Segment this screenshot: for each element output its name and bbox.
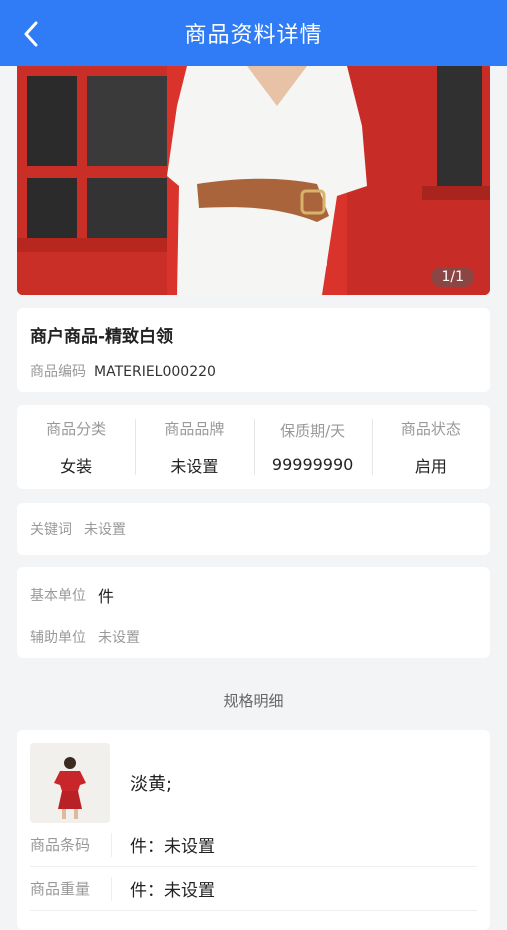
stat-label: 保质期/天: [280, 422, 346, 440]
base-unit-label: 基本单位: [30, 588, 86, 604]
stat-label: 商品分类: [46, 419, 107, 438]
stat-category: 商品分类 女装: [17, 405, 135, 489]
product-info-card: 商户商品-精致白领 商品编码 MATERIEL000220: [17, 308, 490, 392]
product-code-row: 商品编码 MATERIEL000220: [30, 361, 477, 381]
stat-shelf-life: 保质期/天 99999990: [253, 405, 372, 489]
product-name: 商户商品-精致白领: [30, 327, 174, 347]
aux-unit-label: 辅助单位: [30, 630, 86, 646]
keywords-value: 未设置: [84, 522, 126, 538]
product-image: [17, 66, 490, 295]
base-unit-row: 基本单位 件: [30, 583, 477, 607]
stat-label: 商品状态: [400, 419, 461, 438]
spec-row-barcode: 商品条码 件：未设置: [30, 823, 477, 867]
page-title: 商品资料详情: [184, 23, 323, 48]
product-code-label: 商品编码: [30, 364, 86, 380]
stat-value: 未设置: [170, 456, 219, 476]
stat-status: 商品状态 启用: [371, 405, 490, 489]
spec-header: 淡黄;: [30, 743, 477, 823]
spec-card: 淡黄; 商品条码 件：未设置 商品重量 件：未设置: [17, 730, 490, 930]
keywords-label: 关键词: [30, 522, 72, 538]
stat-value: 启用: [414, 456, 447, 476]
stat-value: 女装: [60, 456, 93, 476]
top-app-bar: 商品资料详情: [0, 0, 507, 66]
product-stats-card: 商品分类 女装 商品品牌 未设置 保质期/天 99999990 商品状态 启用: [17, 405, 490, 489]
stat-value: 99999990: [271, 455, 354, 474]
chevron-left-icon: [24, 21, 38, 47]
spec-row-label: 商品重量: [30, 876, 112, 901]
spec-thumbnail-image: [30, 743, 110, 823]
spec-row-value: 件：未设置: [130, 837, 215, 857]
image-counter: 1/1: [431, 267, 474, 287]
spec-row-weight: 商品重量 件：未设置: [30, 867, 477, 911]
spec-row-label: 商品条码: [30, 832, 112, 857]
aux-unit-value: 未设置: [98, 630, 140, 646]
spec-row-value: 件：未设置: [130, 881, 215, 901]
spec-color: 淡黄;: [130, 774, 173, 795]
back-button[interactable]: [18, 20, 44, 48]
product-image-carousel[interactable]: 1/1: [17, 66, 490, 295]
stat-label: 商品品牌: [164, 419, 225, 438]
product-code-value: MATERIEL000220: [94, 364, 216, 380]
base-unit-value: 件: [98, 587, 115, 606]
keywords-card: 关键词 未设置: [17, 503, 490, 555]
aux-unit-row: 辅助单位 未设置: [30, 627, 477, 647]
units-card: 基本单位 件 辅助单位 未设置: [17, 567, 490, 658]
stat-brand: 商品品牌 未设置: [135, 405, 253, 489]
spec-thumbnail[interactable]: [30, 743, 110, 823]
spec-section-title: 规格明细: [223, 692, 284, 710]
